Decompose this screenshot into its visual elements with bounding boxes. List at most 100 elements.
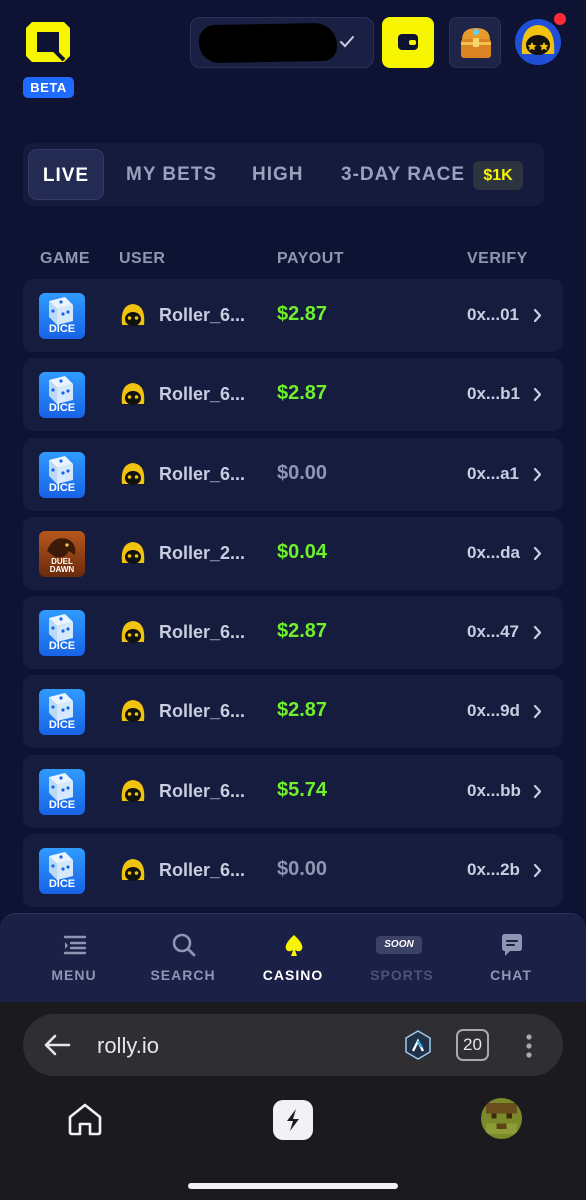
- column-header-user: USER: [119, 250, 166, 267]
- arbitrum-icon[interactable]: [404, 1030, 432, 1060]
- more-options-icon[interactable]: [525, 1033, 533, 1059]
- user-name[interactable]: Roller_6...: [159, 305, 245, 326]
- payout-value: $2.87: [277, 303, 328, 325]
- game-thumbnail[interactable]: DICE: [39, 848, 85, 895]
- nav-chat[interactable]: CHAT: [456, 914, 566, 1003]
- verify-hash[interactable]: 0x...9d: [467, 701, 520, 721]
- user-avatar-icon: [121, 859, 145, 882]
- user-name[interactable]: Roller_6...: [159, 701, 245, 722]
- game-thumbnail[interactable]: DICE: [39, 372, 85, 419]
- chevron-right-icon[interactable]: [533, 387, 542, 402]
- nav-menu[interactable]: MENU: [19, 914, 129, 1003]
- chat-icon: [502, 934, 522, 956]
- balance-display[interactable]: [190, 17, 374, 68]
- user-name[interactable]: Roller_6...: [159, 860, 245, 881]
- soon-badge: SOON: [376, 936, 422, 954]
- chevron-right-icon[interactable]: [533, 546, 542, 561]
- user-avatar-icon: [121, 541, 145, 564]
- user-avatar-icon: [121, 700, 145, 723]
- nav-sports-label: SPORTS: [370, 967, 434, 983]
- game-thumbnail[interactable]: DICE: [39, 610, 85, 657]
- table-row[interactable]: DICE Roller_6... $0.00 0x...a1: [23, 437, 563, 511]
- treasure-chest-icon: [461, 28, 491, 58]
- game-label: DICE: [48, 402, 76, 415]
- nav-casino[interactable]: CASINO: [238, 914, 348, 1003]
- app-header: BETA: [0, 0, 586, 110]
- game-label: DICE: [48, 640, 76, 653]
- table-row[interactable]: DICE Roller_6... $2.87 0x...9d: [23, 675, 563, 749]
- game-thumbnail[interactable]: DUEL DAWN: [39, 530, 85, 577]
- wallet-app-button[interactable]: [273, 1100, 313, 1140]
- chevron-right-icon[interactable]: [533, 308, 542, 323]
- user-avatar-icon: [121, 779, 145, 802]
- game-thumbnail[interactable]: DICE: [39, 293, 85, 339]
- back-arrow-icon[interactable]: [43, 1033, 71, 1057]
- tab-3-day-race[interactable]: 3-DAY RACE: [341, 149, 465, 200]
- table-row[interactable]: DICE Roller_6... $2.87 0x...01: [23, 279, 563, 352]
- nav-menu-label: MENU: [51, 967, 97, 983]
- bets-tabs: LIVE MY BETS HIGH 3-DAY RACE $1K: [23, 143, 544, 206]
- pixel-avatar-icon: [481, 1098, 522, 1139]
- payout-value: $0.00: [277, 858, 328, 881]
- rolly-logo[interactable]: [24, 20, 72, 64]
- chevron-right-icon[interactable]: [533, 625, 542, 640]
- check-icon: [340, 36, 354, 48]
- user-avatar-icon: [121, 383, 145, 406]
- nav-casino-label: CASINO: [262, 967, 324, 983]
- verify-hash[interactable]: 0x...a1: [467, 464, 519, 484]
- tab-count-button[interactable]: 20: [456, 1029, 489, 1061]
- payout-value: $5.74: [277, 778, 328, 801]
- redacted-balance: [198, 22, 338, 64]
- bolt-icon: [287, 1109, 299, 1131]
- chevron-right-icon[interactable]: [533, 863, 542, 878]
- user-name[interactable]: Roller_6...: [159, 781, 245, 802]
- payout-value: $0.04: [277, 540, 328, 563]
- verify-hash[interactable]: 0x...bb: [467, 781, 521, 801]
- payout-value: $2.87: [277, 699, 328, 722]
- nav-search[interactable]: SEARCH: [128, 914, 238, 1003]
- game-label: DICE: [48, 481, 76, 494]
- game-thumbnail[interactable]: DICE: [39, 768, 85, 815]
- verify-hash[interactable]: 0x...da: [467, 543, 520, 563]
- profile-avatar[interactable]: [481, 1098, 522, 1139]
- table-row[interactable]: DUEL DAWN Roller_2... $0.04 0x...da: [23, 516, 563, 590]
- table-row[interactable]: DICE Roller_6... $2.87 0x...b1: [23, 358, 563, 432]
- notification-dot: [554, 13, 566, 25]
- verify-hash[interactable]: 0x...01: [467, 305, 519, 325]
- address-bar[interactable]: rolly.io 20: [23, 1014, 563, 1076]
- tab-my-bets[interactable]: MY BETS: [126, 149, 217, 200]
- user-name[interactable]: Roller_2...: [159, 543, 245, 564]
- game-label: DUEL DAWN: [49, 556, 75, 574]
- chevron-right-icon[interactable]: [533, 467, 542, 482]
- rewards-chest-button[interactable]: [449, 17, 501, 68]
- home-indicator[interactable]: [188, 1183, 398, 1189]
- tab-live[interactable]: LIVE: [28, 149, 104, 200]
- game-thumbnail[interactable]: DICE: [39, 451, 85, 498]
- verify-hash[interactable]: 0x...47: [467, 622, 519, 642]
- tab-high[interactable]: HIGH: [252, 149, 304, 200]
- nav-sports[interactable]: SOON SPORTS: [347, 914, 457, 1003]
- user-name[interactable]: Roller_6...: [159, 464, 245, 485]
- user-name[interactable]: Roller_6...: [159, 622, 245, 643]
- search-icon: [172, 933, 196, 957]
- url-text[interactable]: rolly.io: [97, 1033, 159, 1059]
- game-label: DICE: [48, 323, 76, 335]
- table-row[interactable]: DICE Roller_6... $2.87 0x...47: [23, 596, 563, 670]
- verify-hash[interactable]: 0x...2b: [467, 860, 520, 880]
- user-name[interactable]: Roller_6...: [159, 384, 245, 405]
- table-row[interactable]: DICE Roller_6... $5.74 0x...bb: [23, 754, 563, 828]
- table-row[interactable]: DICE Roller_6... $0.00 0x...2b: [23, 834, 563, 908]
- column-header-verify: VERIFY: [467, 250, 528, 267]
- column-header-game: GAME: [40, 250, 90, 267]
- payout-value: $2.87: [277, 382, 328, 405]
- game-thumbnail[interactable]: DICE: [39, 689, 85, 736]
- chevron-right-icon[interactable]: [533, 704, 542, 719]
- user-avatar[interactable]: [514, 18, 562, 66]
- beta-badge: BETA: [23, 77, 74, 98]
- user-avatar-icon: [121, 304, 145, 326]
- wallet-button[interactable]: [382, 17, 434, 68]
- chevron-right-icon[interactable]: [533, 784, 542, 799]
- home-icon[interactable]: [67, 1102, 103, 1136]
- game-label: DICE: [48, 719, 76, 732]
- verify-hash[interactable]: 0x...b1: [467, 384, 520, 404]
